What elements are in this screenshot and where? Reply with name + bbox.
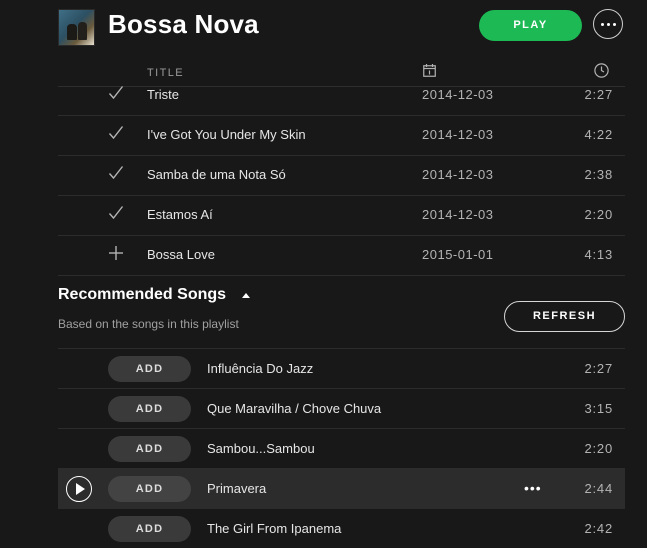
- recommended-song-name: Primavera: [207, 481, 267, 496]
- check-icon[interactable]: [108, 204, 124, 222]
- more-options-button[interactable]: [593, 9, 623, 39]
- track-name: Triste: [147, 87, 180, 102]
- track-name: Bossa Love: [147, 247, 215, 262]
- add-song-button[interactable]: ADD: [108, 516, 191, 542]
- add-song-button[interactable]: ADD: [108, 396, 191, 422]
- track-duration: 2:38: [584, 167, 613, 182]
- recommended-song-duration: 3:15: [584, 401, 613, 416]
- track-duration: 2:27: [584, 87, 613, 102]
- check-icon[interactable]: [108, 84, 124, 102]
- recommended-song-duration: 2:44: [584, 481, 613, 496]
- more-dots-icon: [601, 23, 604, 26]
- add-song-button[interactable]: ADD: [108, 476, 191, 502]
- play-circle-icon[interactable]: [66, 476, 92, 502]
- playlist-cover-image[interactable]: [58, 9, 95, 46]
- recommended-row[interactable]: ADD Primavera ••• 2:44: [58, 468, 625, 508]
- recommended-song-name: Sambou...Sambou: [207, 441, 315, 456]
- track-duration: 4:13: [584, 247, 613, 262]
- track-row[interactable]: Samba de uma Nota Só 2014-12-03 2:38: [58, 156, 625, 196]
- track-duration: 4:22: [584, 127, 613, 142]
- caret-up-icon[interactable]: [242, 293, 250, 298]
- plus-icon[interactable]: [108, 244, 124, 262]
- track-date: 2014-12-03: [422, 127, 494, 142]
- track-date: 2014-12-03: [422, 87, 494, 102]
- track-date: 2014-12-03: [422, 207, 494, 222]
- recommended-row[interactable]: ADD Que Maravilha / Chove Chuva 3:15: [58, 388, 625, 428]
- track-date: 2015-01-01: [422, 247, 494, 262]
- recommended-song-name: The Girl From Ipanema: [207, 521, 342, 536]
- track-name: Samba de uma Nota Só: [147, 167, 286, 182]
- recommended-song-name: Influência Do Jazz: [207, 361, 314, 376]
- refresh-button[interactable]: REFRESH: [504, 301, 625, 332]
- track-duration: 2:20: [584, 207, 613, 222]
- recommended-song-duration: 2:27: [584, 361, 613, 376]
- recommended-song-name: Que Maravilha / Chove Chuva: [207, 401, 382, 416]
- track-row[interactable]: Bossa Love 2015-01-01 4:13: [58, 236, 625, 276]
- recommended-row[interactable]: ADD Sambou...Sambou 2:20: [58, 428, 625, 468]
- check-icon[interactable]: [108, 124, 124, 142]
- add-song-button[interactable]: ADD: [108, 356, 191, 382]
- track-row[interactable]: Triste 2014-12-03 2:27: [58, 76, 625, 116]
- track-date: 2014-12-03: [422, 167, 494, 182]
- playlist-header: Bossa Nova PLAY: [0, 0, 647, 56]
- add-song-button[interactable]: ADD: [108, 436, 191, 462]
- track-row[interactable]: Estamos Aí 2014-12-03 2:20: [58, 196, 625, 236]
- recommended-row[interactable]: ADD Influência Do Jazz 2:27: [58, 348, 625, 388]
- track-row[interactable]: I've Got You Under My Skin 2014-12-03 4:22: [58, 116, 625, 156]
- recommended-section-title[interactable]: Recommended Songs: [58, 286, 226, 304]
- playlist-title: Bossa Nova: [108, 9, 259, 39]
- track-name: Estamos Aí: [147, 207, 213, 222]
- more-dots-icon[interactable]: •••: [524, 480, 542, 496]
- recommended-song-duration: 2:42: [584, 521, 613, 536]
- recommended-row[interactable]: ADD The Girl From Ipanema 2:42: [58, 508, 625, 548]
- recommended-song-duration: 2:20: [584, 441, 613, 456]
- recommended-subtitle: Based on the songs in this playlist: [58, 317, 239, 331]
- check-icon[interactable]: [108, 164, 124, 182]
- play-button[interactable]: PLAY: [479, 10, 582, 41]
- track-name: I've Got You Under My Skin: [147, 127, 306, 142]
